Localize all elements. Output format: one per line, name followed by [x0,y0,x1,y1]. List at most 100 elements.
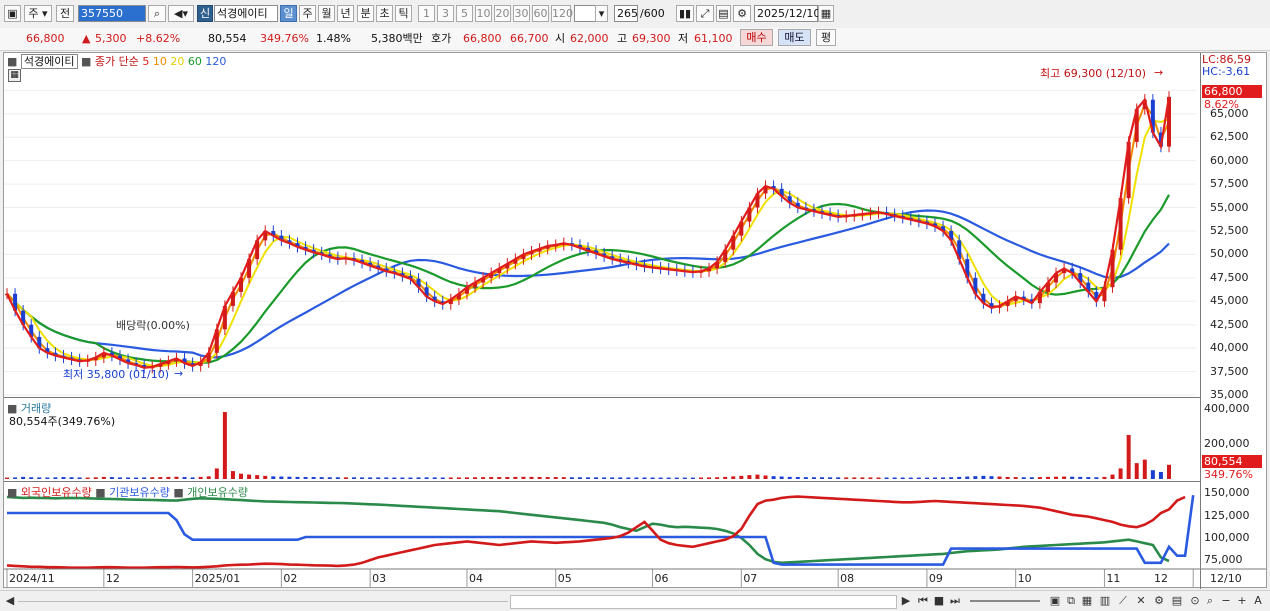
minute-10-button[interactable]: 10 [475,5,492,22]
chart-canvas[interactable] [4,53,1266,587]
zoom-out-icon[interactable]: − [1220,593,1232,608]
volume-bar [715,477,720,479]
volume-bar [271,476,276,479]
change-label: 5,300 [95,32,127,45]
scroll-left-icon[interactable]: ◀ [4,593,16,608]
legend-foreign: 외국인보유수량 [20,486,92,499]
minute-30-button[interactable]: 30 [513,5,530,22]
scroll-track[interactable] [18,601,508,602]
period-month-button[interactable]: 월 [318,5,335,22]
scroll-thumb[interactable] [510,595,897,609]
stock-name-field: 석경에이티 [214,5,278,22]
table-icon[interactable]: ▦ [8,69,21,82]
volume-bar [1086,477,1091,479]
volume-bar [505,476,510,479]
search-icon[interactable]: ⌕ [1204,593,1216,608]
holding-legend: ■ 외국인보유수량 ■ 기관보유수량 ■ 개인보유수량 [7,486,249,499]
chevron-down-icon[interactable]: ▾ [595,5,608,22]
trend-icon[interactable]: ⟋ [1116,593,1130,608]
volume-bar [1045,476,1050,479]
buy-button[interactable]: 매수 [740,29,773,46]
volume-bar [561,477,566,479]
forward-icon[interactable]: ⏭ [948,593,962,608]
sin-badge[interactable]: 신 [197,5,213,22]
window-menu-icon[interactable]: ▣ [4,5,21,22]
volume-bar [222,412,227,479]
volume-bar [1021,477,1026,479]
zoom-slider[interactable] [970,600,1040,602]
copy-icon[interactable]: ⧉ [1064,593,1078,608]
ma-60-line [6,194,1170,364]
period-week-button[interactable]: 주 [299,5,316,22]
date-input[interactable]: 2025/12/10 [754,5,820,22]
volume-bar [392,477,397,479]
layout-icon[interactable]: ▣ [1048,593,1062,608]
minute-20-button[interactable]: 20 [494,5,511,22]
grid-icon[interactable]: ▦ [1080,593,1094,608]
prev-button[interactable]: 전 [56,5,74,22]
play-icon[interactable]: ▶ [900,593,912,608]
volume-bar [29,477,34,479]
minute-1-button[interactable]: 1 [418,5,435,22]
pin-icon[interactable]: ⊙ [1188,593,1202,608]
period-minute-button[interactable]: 분 [357,5,374,22]
volume-bar [658,477,663,479]
volume-bar [844,477,849,479]
search-icon[interactable]: ⌕ [148,5,166,22]
chart-area[interactable]: ■ 석경에이티 ■ 종가 단순 5 10 20 60 120 ▦ LC:86,5… [3,52,1267,589]
eval-button[interactable]: 평 [816,29,836,46]
y-axis-divider [1200,53,1201,589]
low-title: 저 [678,32,689,45]
crosshair-icon[interactable]: ✕ [1134,593,1148,608]
sell-button[interactable]: 매도 [778,29,811,46]
volume-bar [965,476,970,479]
high-arrow-icon: → [1154,66,1164,79]
price-tick-label: 55,000 [1210,200,1249,214]
period-year-button[interactable]: 년 [337,5,354,22]
count-input[interactable]: 265 [614,5,638,22]
volume-bar [795,477,800,479]
period-second-button[interactable]: 초 [376,5,393,22]
minute-5-button[interactable]: 5 [456,5,473,22]
volume-bar [239,473,244,479]
bar-chart-icon[interactable]: ▥ [1098,593,1112,608]
volume-bar [1134,463,1139,479]
settings-icon[interactable]: ⚙ [1152,593,1166,608]
stock-code-input[interactable]: 357550 [78,5,146,22]
volume-bar [618,477,623,479]
period-type-select[interactable]: 주 ▾ [24,5,52,22]
volume-bar [803,477,808,479]
candle-type-icon[interactable]: ▮▮ [676,5,694,22]
volume-bar [247,474,252,479]
volume-bar [626,477,631,479]
volume-bar [602,477,607,479]
save-icon[interactable]: ▤ [716,5,731,22]
volume-bar [779,476,784,479]
change-up-icon: ▲ [82,32,91,45]
volume-bar [1029,477,1034,479]
speaker-icon[interactable]: ◀▾ [168,5,194,22]
volume-bar [109,477,114,479]
zoom-icon[interactable]: ⤢ [696,5,714,22]
period-tick-button[interactable]: 틱 [395,5,412,22]
minute-120-button[interactable]: 120 [551,5,573,22]
minute-3-button[interactable]: 3 [437,5,454,22]
volume-bar [1126,434,1131,479]
minute-60-button[interactable]: 60 [532,5,549,22]
period-day-button[interactable]: 일 [280,5,297,22]
print-icon[interactable]: ▤ [1170,593,1184,608]
volume-bar [5,477,9,479]
calendar-icon[interactable]: ▦ [818,5,834,22]
volume-bar [642,477,647,479]
font-size-icon[interactable]: A [1251,593,1265,608]
rewind-icon[interactable]: ⏮ [916,593,930,608]
top-toolbar: ▣ 주 ▾ 전 357550 ⌕ ◀▾ 신 석경에이티 일 주 월 년 분 초 … [0,0,1270,29]
gear-icon[interactable]: ⚙ [733,5,751,22]
volume-bar [53,477,58,479]
zoom-in-icon[interactable]: + [1236,593,1248,608]
volume-bar [303,477,308,479]
stop-icon[interactable]: ■ [932,593,946,608]
volume-bar [594,477,599,479]
volume-bar [537,476,542,479]
volume-bar [408,477,413,479]
